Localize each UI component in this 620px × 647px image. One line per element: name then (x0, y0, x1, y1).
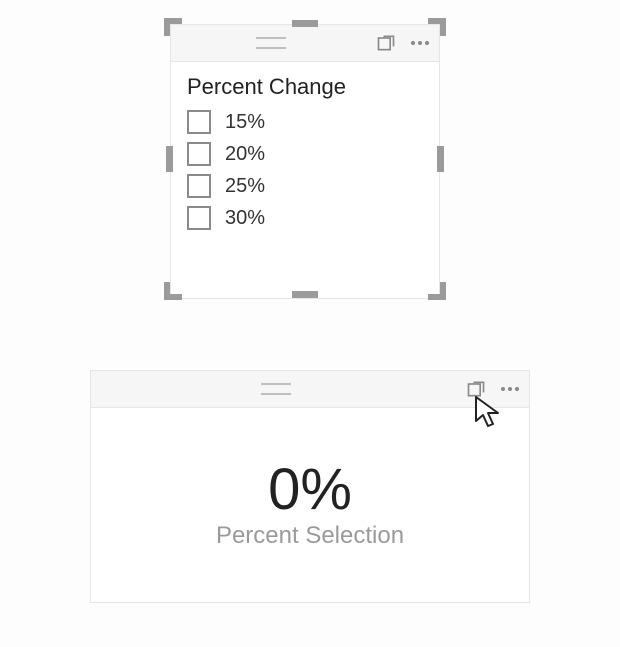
focus-mode-button[interactable] (465, 378, 487, 400)
focus-mode-icon (466, 379, 486, 399)
slicer-item[interactable]: 15% (187, 110, 423, 134)
card-value: 0% (268, 460, 352, 521)
slicer-item-label: 30% (225, 207, 265, 230)
slicer-item-label: 25% (225, 175, 265, 198)
slicer-header[interactable] (170, 24, 440, 61)
resize-corner-br[interactable] (428, 282, 446, 300)
slicer-item-list: 15% 20% 25% 30% (187, 110, 423, 230)
focus-mode-icon (376, 33, 396, 53)
resize-handle-bottom[interactable] (292, 291, 318, 298)
drag-grip[interactable] (179, 37, 363, 49)
slicer-item-label: 15% (225, 111, 265, 134)
focus-mode-button[interactable] (375, 32, 397, 54)
card-visual[interactable]: 0% Percent Selection (90, 370, 530, 600)
resize-corner-bl[interactable] (164, 282, 182, 300)
more-options-button[interactable] (499, 378, 521, 400)
checkbox-icon[interactable] (187, 206, 211, 230)
checkbox-icon[interactable] (187, 142, 211, 166)
resize-corner-tl[interactable] (164, 18, 182, 36)
drag-grip[interactable] (99, 383, 453, 395)
slicer-item[interactable]: 20% (187, 142, 423, 166)
resize-corner-tr[interactable] (428, 18, 446, 36)
slicer-visual[interactable]: Percent Change 15% 20% 25% 30% (170, 24, 440, 294)
more-options-icon (500, 386, 520, 392)
slicer-item[interactable]: 25% (187, 174, 423, 198)
resize-handle-top[interactable] (292, 20, 318, 27)
resize-handle-left[interactable] (166, 146, 173, 172)
card-body: 0% Percent Selection (90, 407, 530, 603)
drag-grip-icon (256, 37, 286, 49)
card-header[interactable] (90, 370, 530, 407)
slicer-body: Percent Change 15% 20% 25% 30% (170, 61, 440, 299)
report-canvas[interactable]: Percent Change 15% 20% 25% 30% (0, 0, 620, 647)
slicer-item-label: 20% (225, 143, 265, 166)
checkbox-icon[interactable] (187, 174, 211, 198)
drag-grip-icon (261, 383, 291, 395)
checkbox-icon[interactable] (187, 110, 211, 134)
more-options-icon (410, 40, 430, 46)
resize-handle-right[interactable] (437, 146, 444, 172)
slicer-title: Percent Change (187, 74, 423, 100)
slicer-item[interactable]: 30% (187, 206, 423, 230)
card-label: Percent Selection (216, 522, 404, 550)
